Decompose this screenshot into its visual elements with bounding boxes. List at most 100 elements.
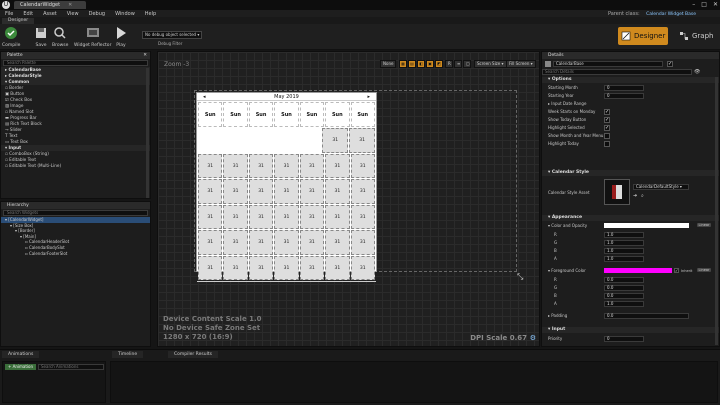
input-date-range-label[interactable]: ▸ Input Date Range — [548, 101, 586, 106]
screen-size-dropdown[interactable]: Screen Size ▾ — [474, 60, 507, 68]
calendar-day-cell[interactable]: 31 — [325, 153, 350, 178]
calendar-day-cell[interactable]: 31 — [325, 204, 350, 229]
menu-view[interactable]: View — [62, 11, 84, 17]
minimize-icon[interactable]: – — [692, 1, 695, 8]
view-options-eye-icon[interactable]: 👁 — [694, 69, 700, 75]
calendar-day-cell[interactable]: 31 — [350, 204, 375, 229]
viewport-tool-5[interactable]: ◩ — [435, 60, 443, 68]
calendar-day-cell[interactable]: 31 — [248, 204, 274, 229]
calendar-day-cell[interactable]: 31 — [248, 179, 274, 204]
color-opacity-swatch[interactable] — [604, 223, 689, 228]
calendar-day-cell[interactable]: 31 — [299, 255, 325, 280]
calendar-day-cell[interactable]: 31 — [223, 179, 248, 204]
style-asset-thumbnail[interactable] — [604, 179, 630, 205]
section-options[interactable]: ▾ Options — [542, 77, 719, 83]
foreground-color-label[interactable]: ▾ Foreground Color — [548, 268, 586, 273]
use-asset-arrow-icon[interactable]: ➜ — [633, 193, 637, 199]
viewport-tool-3[interactable]: ◧ — [417, 60, 425, 68]
clear-button[interactable]: Clear — [361, 282, 373, 290]
menu-edit[interactable]: Edit — [18, 11, 38, 17]
designer-viewport[interactable]: Zoom -3 None ▦ ▤ ◧ ▣ ◩ R ≡ ▢ Screen Size… — [157, 51, 540, 347]
dpi-settings-gear-icon[interactable]: ⚙ — [530, 334, 536, 342]
fill-screen-dropdown[interactable]: Fill Screen ▾ — [506, 60, 536, 68]
add-animation-button[interactable]: + Animation — [5, 364, 37, 370]
color-b-input[interactable]: 1.0 — [604, 248, 644, 254]
hierarchy-search-input[interactable]: Search Widgets — [3, 210, 148, 216]
highlight-today-checkbox[interactable] — [604, 141, 610, 147]
save-button[interactable]: Save — [34, 26, 48, 48]
viewport-none-toggle[interactable]: None — [380, 60, 397, 68]
resize-handle-icon[interactable]: ⤡ — [517, 272, 523, 282]
menu-debug[interactable]: Debug — [84, 11, 110, 17]
next-month-icon[interactable]: ▸ — [367, 93, 370, 101]
inherit-checkbox[interactable]: ✓ — [674, 268, 679, 273]
calendar-day-cell[interactable]: 31 — [248, 230, 274, 255]
calendar-day-cell[interactable]: 31 — [198, 230, 223, 255]
color-opacity-label[interactable]: ▾ Color and Opacity — [548, 223, 587, 228]
menu-window[interactable]: Window — [110, 11, 140, 17]
fg-r-input[interactable]: 0.0 — [604, 277, 644, 283]
calendar-day-cell[interactable]: 31 — [223, 153, 248, 178]
close-panel-icon[interactable]: ✕ — [143, 52, 147, 59]
foreground-color-swatch[interactable] — [604, 268, 672, 273]
fg-a-input[interactable]: 1.0 — [604, 301, 644, 307]
calendar-day-cell[interactable]: 31 — [325, 255, 350, 280]
calendar-day-cell[interactable]: 31 — [248, 255, 274, 280]
menu-file[interactable]: File — [0, 11, 18, 17]
calendar-day-cell[interactable]: 31 — [274, 153, 299, 178]
calendar-day-cell[interactable]: 31 — [274, 204, 299, 229]
close-tab-icon[interactable]: ✕ — [68, 2, 72, 8]
fg-linear-dropdown[interactable]: Linear — [697, 268, 711, 272]
fg-g-input[interactable]: 0.0 — [604, 285, 644, 291]
palette-search-input[interactable]: Search Palette — [3, 60, 148, 66]
menu-asset[interactable]: Asset — [38, 11, 62, 17]
palette-item[interactable]: ▫ Editable Text (Multi-Line) — [1, 163, 150, 169]
highlight-selected-checkbox[interactable]: ✓ — [604, 125, 610, 131]
show-month-year-checkbox[interactable] — [604, 133, 610, 139]
designer-mode-button[interactable]: Designer — [618, 27, 669, 45]
viewport-tool-4[interactable]: ▣ — [426, 60, 434, 68]
viewport-tool-7[interactable]: ≡ — [454, 60, 462, 68]
menu-help[interactable]: Help — [140, 11, 161, 17]
section-appearance[interactable]: ▾ Appearance — [542, 215, 719, 221]
calendar-day-cell[interactable]: 31 — [223, 230, 248, 255]
show-today-checkbox[interactable]: ✓ — [604, 117, 610, 123]
section-calendar-style[interactable]: ▾ Calendar Style — [542, 170, 719, 176]
calendar-day-cell[interactable]: 31 — [274, 230, 299, 255]
starting-year-input[interactable]: 0 — [604, 93, 644, 99]
calendar-day-cell[interactable]: 31 — [223, 204, 248, 229]
calendar-day-cell[interactable]: 31 — [350, 179, 375, 204]
prev-month-icon[interactable]: ◂ — [203, 93, 206, 101]
document-tab[interactable]: CalendarWidget ✕ — [14, 1, 87, 9]
widget-reflector-button[interactable]: Widget Reflector — [74, 26, 111, 48]
calendar-day-cell[interactable]: 31 — [198, 153, 223, 178]
viewport-tool-2[interactable]: ▤ — [408, 60, 416, 68]
calendar-day-cell[interactable]: 31 — [274, 255, 299, 280]
debug-object-dropdown[interactable]: No debug object selected ▾ — [142, 31, 202, 39]
padding-input[interactable]: 0.0 — [604, 313, 689, 319]
calendar-day-cell[interactable]: 31 — [299, 153, 325, 178]
style-asset-dropdown[interactable]: CalendarDefaultStyle ▾ — [633, 184, 689, 190]
color-r-input[interactable]: 1.0 — [604, 232, 644, 238]
compiler-results-tab[interactable]: Compiler Results — [168, 351, 218, 358]
animations-tab[interactable]: Animations — [2, 351, 40, 358]
calendar-day-cell[interactable]: 31 — [198, 179, 223, 204]
parent-class-link[interactable]: Calendar Widget Base — [646, 12, 696, 17]
calendar-day-cell[interactable]: 31 — [299, 204, 325, 229]
color-linear-dropdown[interactable]: Linear — [697, 223, 711, 227]
calendar-day-cell[interactable]: 31 — [350, 153, 375, 178]
calendar-day-cell[interactable]: 31 — [350, 230, 375, 255]
calendar-day-cell[interactable]: 31 — [350, 255, 375, 280]
browse-asset-icon[interactable]: ⌕ — [641, 193, 644, 199]
calendar-day-cell[interactable]: 31 — [248, 153, 274, 178]
fg-b-input[interactable]: 0.0 — [604, 293, 644, 299]
calendar-day-cell[interactable]: 31 — [299, 179, 325, 204]
viewport-tool-8[interactable]: ▢ — [463, 60, 471, 68]
calendar-day-cell[interactable]: 31 — [325, 230, 350, 255]
compile-button[interactable]: Compile — [2, 26, 20, 48]
widget-name-input[interactable]: CalendarBase — [553, 61, 663, 67]
calendar-day-cell[interactable]: 31 — [349, 128, 376, 153]
calendar-widget[interactable]: ◂ May 2019 ▸ Sun Sun Sun Sun Sun Sun Sun 31 31 3… — [196, 92, 377, 289]
hierarchy-item[interactable]: ▫ CalendarFooterSlot — [1, 251, 150, 257]
starting-month-input[interactable]: 0 — [604, 85, 644, 91]
